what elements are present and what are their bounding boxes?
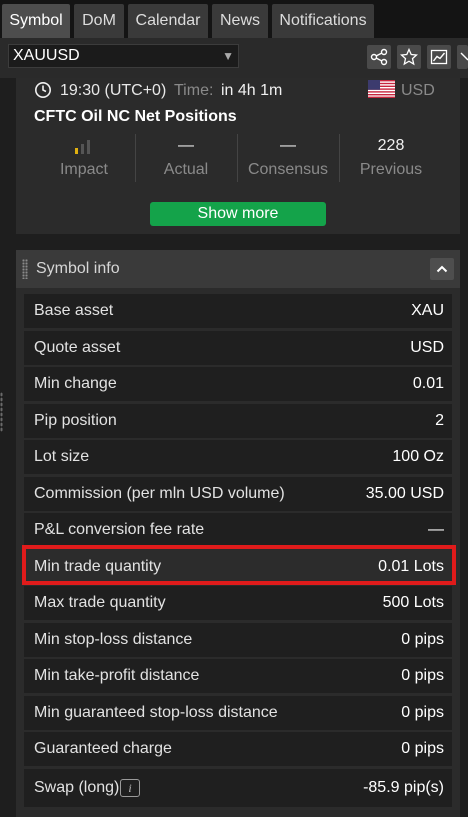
tab-bar: Symbol DoM Calendar News Notifications	[0, 0, 468, 38]
stat-actual: — Actual	[136, 134, 236, 182]
info-key: Lot size	[34, 448, 90, 465]
info-key: Guaranteed charge	[34, 740, 172, 757]
info-value: 2	[435, 412, 444, 429]
info-row-swap-long: Swap (long) i -85.9 pip(s)	[24, 769, 452, 807]
divider	[339, 134, 340, 182]
symbol-info-title: Symbol info	[36, 260, 120, 277]
info-value: 0 pips	[401, 740, 444, 757]
info-value: 0.01	[412, 375, 444, 392]
collapse-button[interactable]	[430, 258, 454, 280]
info-value: 100 Oz	[392, 448, 444, 465]
show-more-button[interactable]: Show more	[150, 202, 326, 226]
info-value: USD	[410, 339, 444, 356]
info-key: P&L conversion fee rate	[34, 521, 205, 538]
symbol-info-header: Symbol info	[16, 250, 460, 288]
tab-notifications[interactable]: Notifications	[272, 4, 374, 38]
info-row-guaranteed-charge: Guaranteed charge 0 pips	[24, 732, 452, 766]
event-time-label: Time:	[174, 82, 214, 99]
chart-button[interactable]	[427, 45, 451, 69]
info-value: XAU	[411, 302, 444, 319]
star-icon	[400, 48, 418, 66]
tab-symbol[interactable]: Symbol	[2, 4, 70, 38]
chevron-up-icon	[436, 265, 448, 273]
event-countdown: in 4h 1m	[221, 82, 283, 99]
info-value: —	[428, 521, 444, 538]
info-value: 0 pips	[401, 667, 444, 684]
tab-news[interactable]: News	[212, 4, 268, 38]
resize-handle[interactable]	[0, 392, 3, 432]
event-title: CFTC Oil NC Net Positions	[34, 108, 237, 125]
stat-label: Impact	[59, 161, 108, 178]
info-row-pl-conversion-fee: P&L conversion fee rate —	[24, 513, 452, 547]
info-value: 35.00 USD	[365, 485, 444, 502]
event-currency: USD	[401, 82, 435, 99]
info-key: Base asset	[34, 302, 114, 319]
info-row-commission: Commission (per mln USD volume) 35.00 US…	[24, 477, 452, 511]
symbol-toolbar: XAUUSD ▼	[0, 38, 468, 78]
drag-handle-icon[interactable]	[22, 259, 28, 279]
symbol-select-value: XAUUSD	[13, 47, 80, 64]
chevron-down-icon: ▼	[222, 49, 234, 63]
info-key: Pip position	[34, 412, 117, 429]
event-card: 19:30 (UTC+0) Time: in 4h 1m USD CFTC Oi…	[16, 78, 460, 234]
info-key: Min guaranteed stop-loss distance	[34, 704, 278, 721]
info-row-lot-size: Lot size 100 Oz	[24, 440, 452, 474]
info-row-pip-position: Pip position 2	[24, 404, 452, 438]
info-row-max-trade-quantity: Max trade quantity 500 Lots	[24, 586, 452, 620]
favorite-button[interactable]	[397, 45, 421, 69]
stat-label: Consensus	[247, 161, 329, 178]
info-icon[interactable]: i	[120, 779, 140, 797]
symbol-info-panel: Symbol info Base asset XAU Quote asset U…	[16, 250, 460, 817]
stat-previous: 228 Previous	[341, 134, 441, 182]
stat-value: —	[280, 137, 296, 154]
tab-dom[interactable]: DoM	[74, 4, 124, 38]
info-row-base-asset: Base asset XAU	[24, 294, 452, 328]
stat-value: 228	[377, 137, 405, 154]
tab-calendar[interactable]: Calendar	[128, 4, 208, 38]
us-flag-icon	[368, 80, 395, 98]
info-row-min-guaranteed-stop-loss: Min guaranteed stop-loss distance 0 pips	[24, 696, 452, 730]
symbol-select[interactable]: XAUUSD ▼	[8, 44, 239, 68]
info-row-min-stop-loss: Min stop-loss distance 0 pips	[24, 623, 452, 657]
info-key: Min stop-loss distance	[34, 631, 193, 648]
clock-icon	[35, 82, 51, 98]
close-icon	[460, 52, 468, 61]
stat-label: Actual	[163, 161, 209, 178]
info-key: Max trade quantity	[34, 594, 166, 611]
stat-label: Previous	[359, 161, 423, 178]
chart-icon	[430, 49, 448, 65]
info-key: Min take-profit distance	[34, 667, 200, 684]
highlight-box	[22, 545, 456, 585]
impact-bars-icon	[34, 134, 134, 158]
share-icon	[370, 48, 388, 66]
info-row-quote-asset: Quote asset USD	[24, 331, 452, 365]
info-key: Commission (per mln USD volume)	[34, 485, 285, 502]
close-button[interactable]	[457, 45, 468, 69]
info-key: Swap (long)	[34, 779, 120, 796]
info-value: -85.9 pip(s)	[363, 779, 444, 796]
info-value: 0 pips	[401, 704, 444, 721]
info-value: 0 pips	[401, 631, 444, 648]
info-row-min-change: Min change 0.01	[24, 367, 452, 401]
info-row-min-take-profit: Min take-profit distance 0 pips	[24, 659, 452, 693]
stat-consensus: — Consensus	[238, 134, 338, 182]
share-button[interactable]	[367, 45, 391, 69]
info-key: Min change	[34, 375, 117, 392]
info-key: Quote asset	[34, 339, 121, 356]
stat-value: —	[178, 137, 194, 154]
stat-impact: Impact	[34, 134, 134, 182]
info-value: 500 Lots	[382, 594, 444, 611]
event-time: 19:30 (UTC+0)	[60, 82, 167, 99]
